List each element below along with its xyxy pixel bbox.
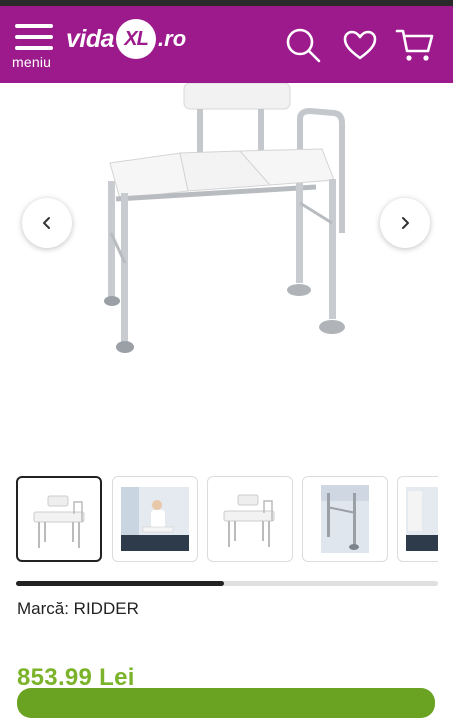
thumbnail-bathroom-image: [121, 487, 189, 551]
thumbnail-leg-detail-image: [321, 485, 369, 553]
chevron-left-icon: [43, 217, 50, 229]
cart-icon: [395, 29, 434, 61]
menu-label: meniu: [12, 54, 52, 70]
add-to-cart-button[interactable]: [17, 688, 435, 718]
thumbnail-3[interactable]: [207, 476, 293, 562]
logo-text-right: .ro: [158, 26, 187, 51]
search-icon: [286, 28, 321, 63]
menu-button[interactable]: meniu: [10, 20, 60, 72]
thumbnail-4[interactable]: [302, 476, 388, 562]
gallery-prev-button[interactable]: [22, 198, 72, 248]
logo-badge-text: XL: [124, 27, 149, 50]
thumbnail-bathroom-image: [406, 487, 438, 551]
product-brand: Marcă: RIDDER: [17, 599, 139, 618]
thumbnail-1[interactable]: [16, 476, 102, 562]
menu-icon: [15, 24, 53, 50]
wishlist-button[interactable]: [341, 26, 379, 64]
thumbnail-2[interactable]: [112, 476, 198, 562]
thumbnail-scrollbar-thumb[interactable]: [16, 581, 224, 586]
product-image-gallery[interactable]: [0, 82, 453, 463]
thumbnail-chair-image: [33, 495, 85, 548]
thumbnail-strip[interactable]: [16, 476, 438, 566]
logo-badge: XL: [116, 19, 157, 59]
site-header: meniu vida XL .ro: [0, 6, 453, 83]
chevron-right-icon: [402, 217, 409, 229]
logo-text-left: vida: [66, 24, 115, 53]
thumbnail-chair-image: [223, 494, 275, 547]
heart-icon: [343, 30, 377, 60]
thumbnail-5[interactable]: [397, 476, 438, 562]
cart-button[interactable]: [394, 26, 436, 64]
site-logo[interactable]: vida XL .ro: [66, 16, 186, 62]
gallery-next-button[interactable]: [380, 198, 430, 248]
product-main-image: [104, 82, 345, 353]
thumbnail-scrollbar[interactable]: [16, 581, 438, 586]
search-button[interactable]: [284, 26, 322, 64]
